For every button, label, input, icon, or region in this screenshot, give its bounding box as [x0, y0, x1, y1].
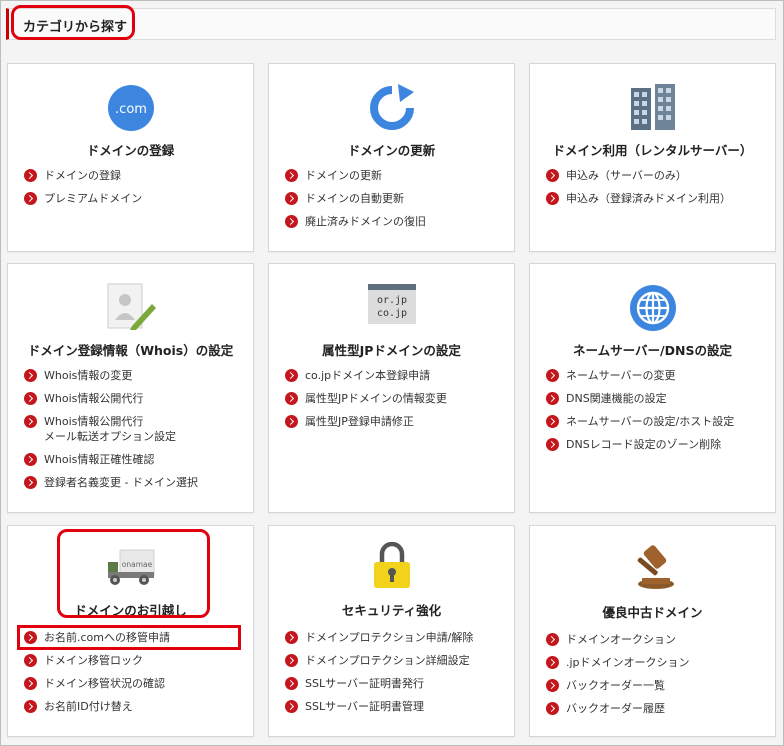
link-backorder-history[interactable]: バックオーダー履歴 — [546, 701, 690, 716]
chevron-right-icon — [285, 415, 298, 428]
dotcom-icon: .com — [8, 84, 253, 132]
card-title: セキュリティ強化 — [341, 603, 442, 618]
jp-domain-icon: or.jp co.jp — [269, 284, 514, 324]
link-dns-zone-delete[interactable]: DNSレコード設定のゾーン削除 — [546, 437, 734, 452]
card-title: ネームサーバー/DNSの設定 — [573, 343, 732, 358]
link-onamae-id-change[interactable]: お名前ID付け替え — [24, 699, 170, 714]
link-list: ドメインの更新 ドメインの自動更新 廃止済みドメインの復旧 — [285, 168, 426, 237]
link-list: co.jpドメイン本登録申請 属性型JPドメインの情報変更 属性型JP登録申請修… — [285, 368, 447, 437]
card-title: 優良中古ドメイン — [602, 605, 703, 620]
link-premium-domain[interactable]: プレミアムドメイン — [24, 191, 142, 206]
chevron-right-icon — [546, 392, 559, 405]
chevron-right-icon — [24, 677, 37, 690]
link-nameserver-host[interactable]: ネームサーバーの設定/ホスト設定 — [546, 414, 734, 429]
chevron-right-icon — [285, 169, 298, 182]
chevron-right-icon — [546, 192, 559, 205]
card-used-domain: 優良中古ドメイン ドメインオークション .jpドメインオークション バックオーダ… — [529, 525, 776, 737]
link-domain-auction[interactable]: ドメインオークション — [546, 632, 690, 647]
card-dns-settings: ネームサーバー/DNSの設定 ネームサーバーの変更 DNS関連機能の設定 ネーム… — [529, 263, 776, 513]
link-dns-functions[interactable]: DNS関連機能の設定 — [546, 391, 734, 406]
chevron-right-icon — [546, 702, 559, 715]
card-jp-domain: or.jp co.jp 属性型JPドメインの設定 co.jpドメイン本登録申請 … — [268, 263, 515, 513]
link-list: ネームサーバーの変更 DNS関連機能の設定 ネームサーバーの設定/ホスト設定 D… — [546, 368, 734, 460]
chevron-right-icon — [24, 453, 37, 466]
link-domain-renew[interactable]: ドメインの更新 — [285, 168, 426, 183]
card-title: ドメイン利用（レンタルサーバー） — [552, 143, 753, 158]
chevron-right-icon — [24, 169, 37, 182]
link-list: ドメインオークション .jpドメインオークション バックオーダー一覧 バックオー… — [546, 632, 690, 724]
chevron-right-icon — [24, 369, 37, 382]
chevron-right-icon — [546, 169, 559, 182]
chevron-right-icon — [24, 476, 37, 489]
chevron-right-icon — [24, 700, 37, 713]
profile-edit-icon — [8, 282, 253, 330]
chevron-right-icon — [546, 415, 559, 428]
link-whois-change[interactable]: Whois情報の変更 — [24, 368, 198, 383]
link-list: Whois情報の変更 Whois情報公開代行 Whois情報公開代行 メール転送… — [24, 368, 198, 498]
card-title: ドメインの更新 — [347, 143, 436, 158]
link-list: ドメインの登録 プレミアムドメイン — [24, 168, 142, 214]
chevron-right-icon — [285, 192, 298, 205]
renew-arrow-icon — [269, 84, 514, 132]
link-jp-info-change[interactable]: 属性型JPドメインの情報変更 — [285, 391, 447, 406]
card-whois-settings: ドメイン登録情報（Whois）の設定 Whois情報の変更 Whois情報公開代… — [7, 263, 254, 513]
svg-text:.com: .com — [115, 102, 147, 117]
chevron-right-icon — [24, 654, 37, 667]
link-whois-mail-forward[interactable]: Whois情報公開代行 メール転送オプション設定 — [24, 414, 198, 444]
svg-text:co.jp: co.jp — [376, 308, 406, 319]
link-list: 申込み（サーバーのみ） 申込み（登録済みドメイン利用） — [546, 168, 731, 214]
server-icon — [530, 82, 775, 132]
chevron-right-icon — [24, 415, 37, 428]
link-jp-auction[interactable]: .jpドメインオークション — [546, 655, 690, 670]
chevron-right-icon — [546, 656, 559, 669]
card-rental-server: ドメイン利用（レンタルサーバー） 申込み（サーバーのみ） 申込み（登録済みドメイ… — [529, 63, 776, 252]
link-whois-accuracy[interactable]: Whois情報正確性確認 — [24, 452, 198, 467]
globe-icon — [530, 284, 775, 332]
chevron-right-icon — [546, 633, 559, 646]
highlight-transfer-card — [57, 529, 210, 618]
link-cojp-register[interactable]: co.jpドメイン本登録申請 — [285, 368, 447, 383]
link-auto-renew[interactable]: ドメインの自動更新 — [285, 191, 426, 206]
chevron-right-icon — [285, 631, 298, 644]
link-apply-with-domain[interactable]: 申込み（登録済みドメイン利用） — [546, 191, 731, 206]
svg-text:or.jp: or.jp — [376, 295, 406, 306]
link-transfer-status[interactable]: ドメイン移管状況の確認 — [24, 676, 170, 691]
link-ssl-manage[interactable]: SSLサーバー証明書管理 — [285, 699, 473, 714]
chevron-right-icon — [24, 392, 37, 405]
chevron-right-icon — [285, 677, 298, 690]
chevron-right-icon — [285, 392, 298, 405]
chevron-right-icon — [546, 369, 559, 382]
link-protection-apply[interactable]: ドメインプロテクション申請/解除 — [285, 630, 473, 645]
card-title: 属性型JPドメインの設定 — [322, 343, 461, 358]
link-backorder-list[interactable]: バックオーダー一覧 — [546, 678, 690, 693]
auction-gavel-icon — [530, 544, 775, 592]
card-domain-register: .com ドメインの登録 ドメインの登録 プレミアムドメイン — [7, 63, 254, 252]
highlight-transfer-link — [17, 625, 241, 650]
card-title: ドメインの登録 — [86, 143, 175, 158]
card-security: セキュリティ強化 ドメインプロテクション申請/解除 ドメインプロテクション詳細設… — [268, 525, 515, 737]
card-domain-renew: ドメインの更新 ドメインの更新 ドメインの自動更新 廃止済みドメインの復旧 — [268, 63, 515, 252]
link-whois-proxy[interactable]: Whois情報公開代行 — [24, 391, 198, 406]
link-list: ドメインプロテクション申請/解除 ドメインプロテクション詳細設定 SSLサーバー… — [285, 630, 473, 722]
highlight-title — [11, 5, 135, 40]
chevron-right-icon — [285, 215, 298, 228]
chevron-right-icon — [285, 654, 298, 667]
link-transfer-lock[interactable]: ドメイン移管ロック — [24, 653, 170, 668]
link-apply-server-only[interactable]: 申込み（サーバーのみ） — [546, 168, 731, 183]
link-jp-correction[interactable]: 属性型JP登録申請修正 — [285, 414, 447, 429]
chevron-right-icon — [24, 192, 37, 205]
card-title: ドメイン登録情報（Whois）の設定 — [27, 343, 234, 358]
padlock-icon — [269, 542, 514, 590]
chevron-right-icon — [285, 369, 298, 382]
link-domain-register[interactable]: ドメインの登録 — [24, 168, 142, 183]
chevron-right-icon — [285, 700, 298, 713]
link-restore-domain[interactable]: 廃止済みドメインの復旧 — [285, 214, 426, 229]
chevron-right-icon — [546, 438, 559, 451]
chevron-right-icon — [546, 679, 559, 692]
link-protection-settings[interactable]: ドメインプロテクション詳細設定 — [285, 653, 473, 668]
link-ssl-issue[interactable]: SSLサーバー証明書発行 — [285, 676, 473, 691]
link-registrant-change[interactable]: 登録者名義変更 - ドメイン選択 — [24, 475, 198, 490]
link-nameserver-change[interactable]: ネームサーバーの変更 — [546, 368, 734, 383]
